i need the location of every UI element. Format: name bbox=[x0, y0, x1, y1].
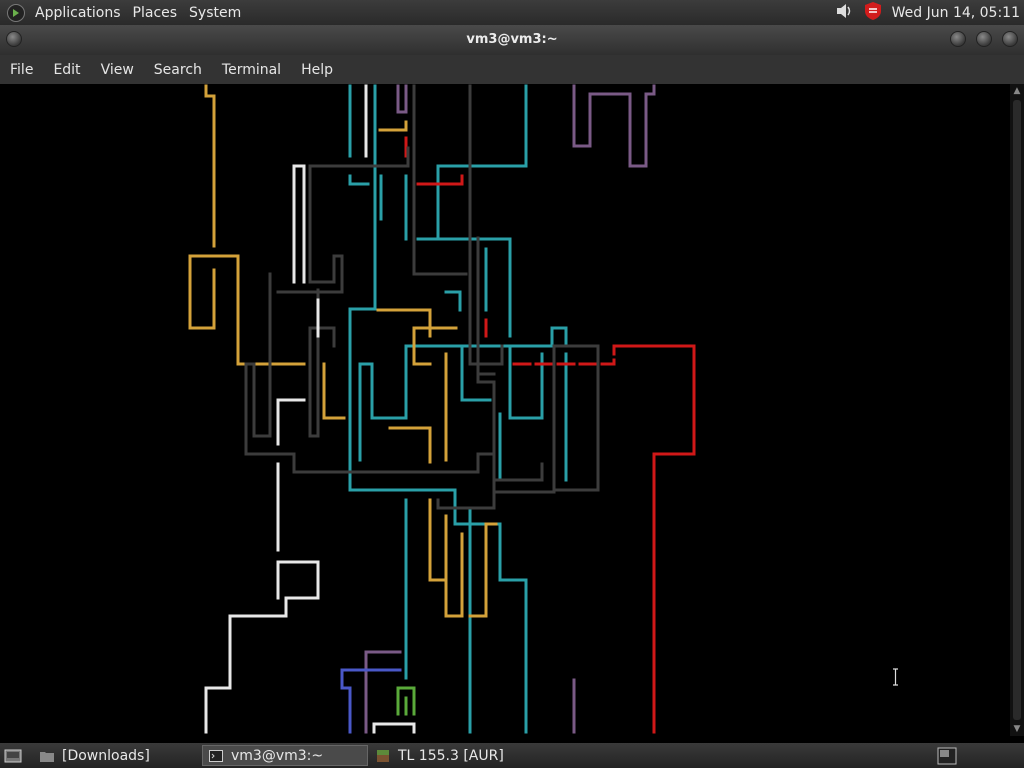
workspace-icon[interactable] bbox=[934, 745, 960, 766]
places-menu[interactable]: Places bbox=[127, 5, 184, 21]
bottom-taskbar: [Downloads] vm3@vm3:~ TL 155.3 [AUR] bbox=[0, 743, 1024, 768]
menu-terminal[interactable]: Terminal bbox=[212, 62, 291, 78]
taskbar-item-game[interactable]: TL 155.3 [AUR] bbox=[370, 745, 570, 766]
terminal-icon bbox=[209, 749, 223, 762]
folder-icon bbox=[40, 751, 54, 762]
shield-icon[interactable] bbox=[864, 1, 882, 25]
applications-menu[interactable]: Applications bbox=[29, 5, 127, 21]
terminal-scrollbar[interactable]: ▲ ▼ bbox=[1010, 84, 1024, 736]
gray-pipes bbox=[244, 84, 600, 510]
menu-edit[interactable]: Edit bbox=[43, 62, 90, 78]
maximize-button[interactable] bbox=[976, 31, 992, 47]
speaker-icon[interactable] bbox=[834, 2, 854, 24]
taskbar-item-downloads[interactable]: [Downloads] bbox=[34, 745, 202, 766]
menu-help[interactable]: Help bbox=[291, 62, 343, 78]
panel-clock[interactable]: Wed Jun 14, 05:11 bbox=[892, 5, 1020, 21]
window-title: vm3@vm3:~ bbox=[466, 32, 558, 47]
close-button[interactable] bbox=[1002, 31, 1018, 47]
green-pipes bbox=[396, 686, 416, 716]
pipes-canvas bbox=[188, 84, 696, 734]
taskbar-label: [Downloads] bbox=[62, 747, 150, 764]
gnome-foot-icon[interactable] bbox=[7, 3, 25, 22]
terminal-menubar: File Edit View Search Terminal Help bbox=[0, 55, 1024, 84]
text-cursor-icon bbox=[893, 668, 898, 686]
menu-search[interactable]: Search bbox=[144, 62, 212, 78]
red-pipes bbox=[404, 136, 696, 734]
scroll-down-icon[interactable]: ▼ bbox=[1012, 724, 1022, 734]
top-panel: Applications Places System Wed Jun 14, 0… bbox=[0, 0, 1024, 25]
menu-view[interactable]: View bbox=[91, 62, 144, 78]
panel-menus: Applications Places System bbox=[29, 0, 247, 25]
block-icon bbox=[377, 749, 389, 762]
desktop-icon[interactable] bbox=[0, 745, 26, 766]
terminal-area[interactable] bbox=[0, 84, 1010, 736]
taskbar-item-terminal[interactable]: vm3@vm3:~ bbox=[202, 745, 368, 766]
minimize-button[interactable] bbox=[950, 31, 966, 47]
system-menu[interactable]: System bbox=[183, 5, 247, 21]
menu-file[interactable]: File bbox=[0, 62, 43, 78]
window-titlebar[interactable]: vm3@vm3:~ bbox=[0, 25, 1024, 55]
scrollbar-thumb[interactable] bbox=[1013, 100, 1021, 720]
taskbar-label: TL 155.3 [AUR] bbox=[398, 747, 504, 764]
scroll-up-icon[interactable]: ▲ bbox=[1012, 86, 1022, 96]
system-tray: Wed Jun 14, 05:11 bbox=[834, 0, 1024, 25]
taskbar-label: vm3@vm3:~ bbox=[231, 747, 324, 764]
